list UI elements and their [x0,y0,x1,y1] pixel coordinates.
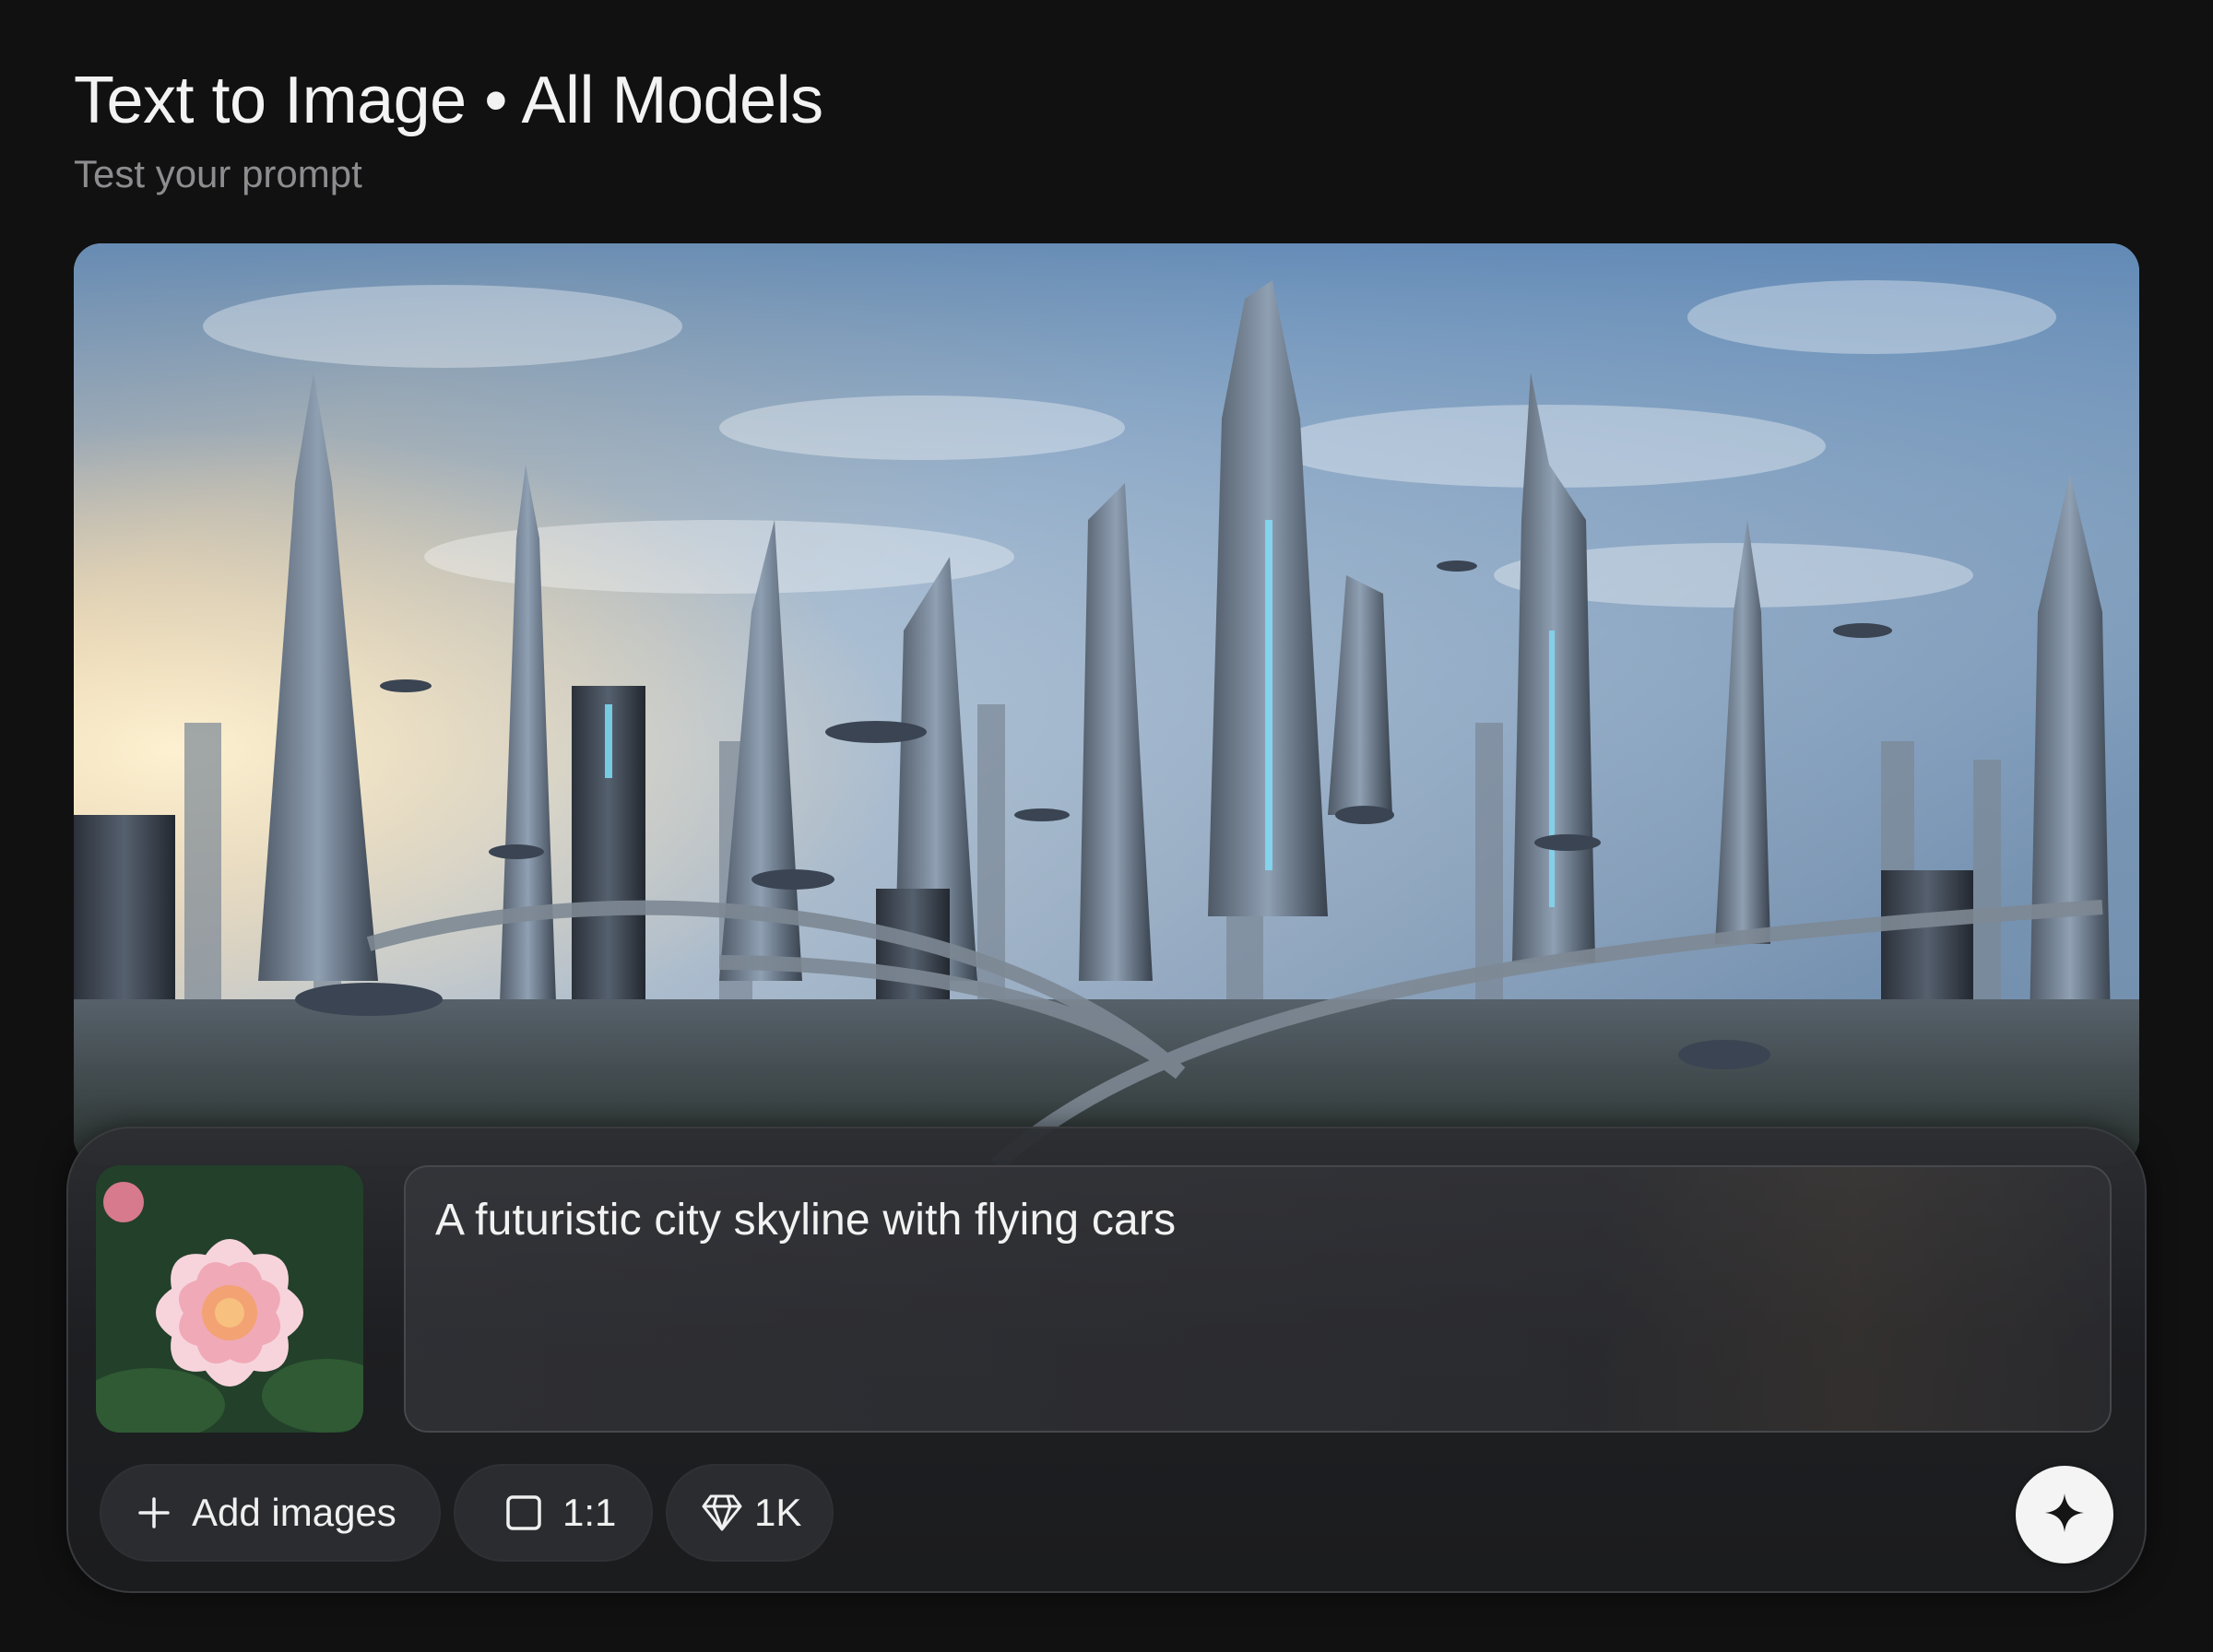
square-icon [505,1494,542,1531]
page: Text to Image • All Models Test your pro… [0,0,2213,1652]
flower-thumbnail-icon [96,1165,363,1433]
resolution-button[interactable]: 1K [666,1464,834,1562]
add-images-button[interactable]: Add images [100,1464,441,1562]
add-images-label: Add images [192,1491,396,1534]
aspect-ratio-button[interactable]: 1:1 [454,1464,653,1562]
prompt-text: A futuristic city skyline with flying ca… [435,1196,1177,1245]
diamond-icon [701,1493,743,1532]
page-subtitle: Test your prompt [74,152,362,195]
resolution-label: 1K [754,1491,802,1534]
reference-image-thumbnail[interactable] [96,1165,363,1433]
generated-image[interactable] [74,243,2139,1165]
plus-icon [136,1495,172,1530]
sparkle-icon [2043,1492,2086,1539]
city-skyline-image [74,243,2139,1165]
generate-button[interactable] [2016,1466,2113,1564]
prompt-input[interactable]: A futuristic city skyline with flying ca… [404,1165,2112,1433]
prompt-composer: A futuristic city skyline with flying ca… [66,1127,2147,1593]
aspect-ratio-label: 1:1 [562,1491,617,1534]
page-title: Text to Image • All Models [74,64,823,137]
